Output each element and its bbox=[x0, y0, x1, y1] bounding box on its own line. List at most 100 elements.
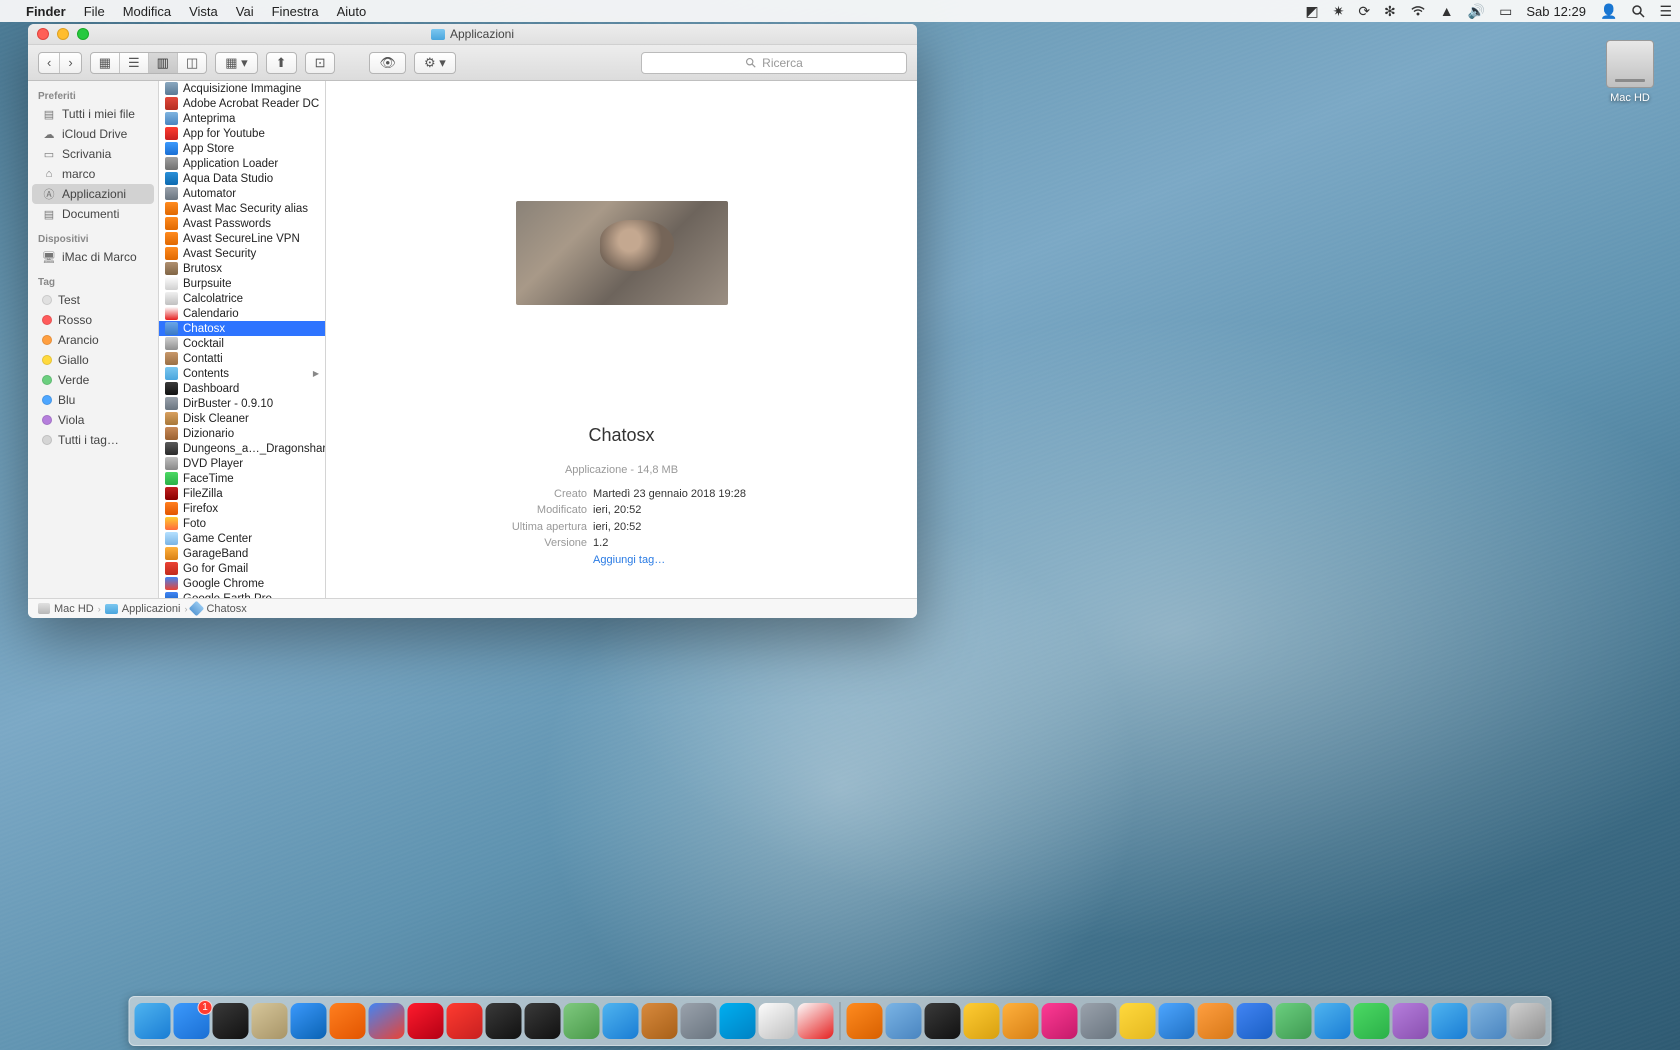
dock-focus[interactable] bbox=[1159, 1003, 1195, 1039]
app-row[interactable]: App for Youtube bbox=[159, 126, 325, 141]
sidebar-tag-arancio[interactable]: Arancio bbox=[28, 330, 158, 350]
column-view-button[interactable]: ▥ bbox=[149, 53, 178, 73]
menu-file[interactable]: File bbox=[84, 4, 105, 19]
app-row[interactable]: App Store bbox=[159, 141, 325, 156]
share-button[interactable]: ⬆ bbox=[266, 52, 297, 74]
app-row[interactable]: Avast Mac Security alias bbox=[159, 201, 325, 216]
dock-app2[interactable] bbox=[642, 1003, 678, 1039]
dock-app4[interactable] bbox=[886, 1003, 922, 1039]
app-row[interactable]: Google Chrome bbox=[159, 576, 325, 591]
app-list[interactable]: Acquisizione ImmagineAdobe Acrobat Reade… bbox=[159, 81, 326, 598]
dock-opera[interactable] bbox=[408, 1003, 444, 1039]
back-button[interactable]: ‹ bbox=[39, 53, 60, 73]
volume-icon[interactable]: 🔊 bbox=[1468, 3, 1485, 20]
dock-terminal2[interactable] bbox=[525, 1003, 561, 1039]
search-input[interactable]: Ricerca bbox=[641, 52, 907, 74]
sidebar-tag-rosso[interactable]: Rosso bbox=[28, 310, 158, 330]
sidebar-tag-test[interactable]: Test bbox=[28, 290, 158, 310]
gallery-view-button[interactable]: ◫ bbox=[178, 53, 206, 73]
status-icon-2[interactable]: ✷ bbox=[1333, 3, 1345, 20]
app-row[interactable]: Adobe Acrobat Reader DC bbox=[159, 96, 325, 111]
status-icon-4[interactable]: ▲ bbox=[1440, 3, 1454, 19]
app-row[interactable]: Contatti bbox=[159, 351, 325, 366]
path-segment[interactable]: Chatosx bbox=[191, 603, 246, 615]
spotlight-icon[interactable] bbox=[1631, 4, 1645, 18]
dock-finder[interactable] bbox=[135, 1003, 171, 1039]
sidebar-tag-giallo[interactable]: Giallo bbox=[28, 350, 158, 370]
display-icon[interactable]: ▭ bbox=[1499, 3, 1512, 20]
sidebar-device[interactable]: 🖥iMac di Marco bbox=[28, 247, 158, 267]
app-row[interactable]: FileZilla bbox=[159, 486, 325, 501]
dock-pages[interactable] bbox=[1198, 1003, 1234, 1039]
dock-app5[interactable] bbox=[925, 1003, 961, 1039]
app-row[interactable]: Avast SecureLine VPN bbox=[159, 231, 325, 246]
app-row[interactable]: Avast Security bbox=[159, 246, 325, 261]
app-row[interactable]: Dungeons_a…_Dragonshard bbox=[159, 441, 325, 456]
clock-time[interactable]: 12:29 bbox=[1553, 4, 1586, 19]
sidebar-item-applicazioni[interactable]: ⒶApplicazioni bbox=[32, 184, 154, 204]
path-segment[interactable]: Mac HD bbox=[38, 603, 94, 615]
dock-terminal[interactable] bbox=[486, 1003, 522, 1039]
app-row[interactable]: Application Loader bbox=[159, 156, 325, 171]
dock-app7[interactable] bbox=[1276, 1003, 1312, 1039]
menu-edit[interactable]: Modifica bbox=[123, 4, 171, 19]
dock-calendar[interactable] bbox=[798, 1003, 834, 1039]
maximize-button[interactable] bbox=[77, 28, 89, 40]
sidebar-item-marco[interactable]: ⌂marco bbox=[28, 164, 158, 184]
dock-itunes[interactable] bbox=[1042, 1003, 1078, 1039]
tags-button[interactable]: ⊡ bbox=[305, 52, 336, 74]
app-row[interactable]: Chatosx bbox=[159, 321, 325, 336]
dock-safari[interactable] bbox=[291, 1003, 327, 1039]
app-row[interactable]: Anteprima bbox=[159, 111, 325, 126]
timemachine-icon[interactable]: ⟳ bbox=[1358, 3, 1370, 20]
dock-app1[interactable] bbox=[564, 1003, 600, 1039]
titlebar[interactable]: Applicazioni bbox=[28, 24, 917, 45]
app-row[interactable]: Dashboard bbox=[159, 381, 325, 396]
notifications-icon[interactable]: ☰ bbox=[1659, 3, 1672, 20]
forward-button[interactable]: › bbox=[60, 53, 80, 73]
app-row[interactable]: Calcolatrice bbox=[159, 291, 325, 306]
menu-window[interactable]: Finestra bbox=[272, 4, 319, 19]
sidebar-tag-tutti i tag…[interactable]: Tutti i tag… bbox=[28, 430, 158, 450]
app-row[interactable]: Google Earth Pro bbox=[159, 591, 325, 598]
user-icon[interactable]: 👤 bbox=[1600, 3, 1617, 20]
app-row[interactable]: Contents bbox=[159, 366, 325, 381]
list-view-button[interactable]: ☰ bbox=[120, 53, 149, 73]
sidebar-item-tutti-i-miei-file[interactable]: ▤Tutti i miei file bbox=[28, 104, 158, 124]
app-row[interactable]: Dizionario bbox=[159, 426, 325, 441]
dock-activity[interactable] bbox=[213, 1003, 249, 1039]
dock-app6[interactable] bbox=[1081, 1003, 1117, 1039]
status-icon-3[interactable]: ✻ bbox=[1384, 3, 1396, 20]
dock-app8[interactable] bbox=[1393, 1003, 1429, 1039]
dock-cards[interactable] bbox=[759, 1003, 795, 1039]
dock-keynote[interactable] bbox=[1432, 1003, 1468, 1039]
app-row[interactable]: Cocktail bbox=[159, 336, 325, 351]
sidebar-tag-verde[interactable]: Verde bbox=[28, 370, 158, 390]
path-segment[interactable]: Applicazioni bbox=[105, 603, 181, 615]
sidebar-tag-blu[interactable]: Blu bbox=[28, 390, 158, 410]
dock-vlc[interactable] bbox=[847, 1003, 883, 1039]
dock-firefox[interactable] bbox=[330, 1003, 366, 1039]
minimize-button[interactable] bbox=[57, 28, 69, 40]
close-button[interactable] bbox=[37, 28, 49, 40]
menu-view[interactable]: Vista bbox=[189, 4, 218, 19]
sidebar-item-documenti[interactable]: ▤Documenti bbox=[28, 204, 158, 224]
dock-star[interactable] bbox=[964, 1003, 1000, 1039]
action-button[interactable]: ⚙ ▾ bbox=[414, 52, 456, 74]
app-row[interactable]: DVD Player bbox=[159, 456, 325, 471]
dock-preview[interactable] bbox=[1471, 1003, 1507, 1039]
dock-trash[interactable] bbox=[1510, 1003, 1546, 1039]
app-row[interactable]: Disk Cleaner bbox=[159, 411, 325, 426]
app-row[interactable]: Brutosx bbox=[159, 261, 325, 276]
dock-notes[interactable] bbox=[1120, 1003, 1156, 1039]
dock-skype[interactable] bbox=[720, 1003, 756, 1039]
sidebar-item-icloud-drive[interactable]: ☁iCloud Drive bbox=[28, 124, 158, 144]
app-row[interactable]: Firefox bbox=[159, 501, 325, 516]
app-row[interactable]: Acquisizione Immagine bbox=[159, 81, 325, 96]
status-icon-1[interactable]: ◩ bbox=[1305, 3, 1318, 20]
app-row[interactable]: DirBuster - 0.9.10 bbox=[159, 396, 325, 411]
dock-numbers[interactable] bbox=[1354, 1003, 1390, 1039]
dock-doc[interactable] bbox=[1237, 1003, 1273, 1039]
dock-hand[interactable] bbox=[447, 1003, 483, 1039]
app-row[interactable]: GarageBand bbox=[159, 546, 325, 561]
